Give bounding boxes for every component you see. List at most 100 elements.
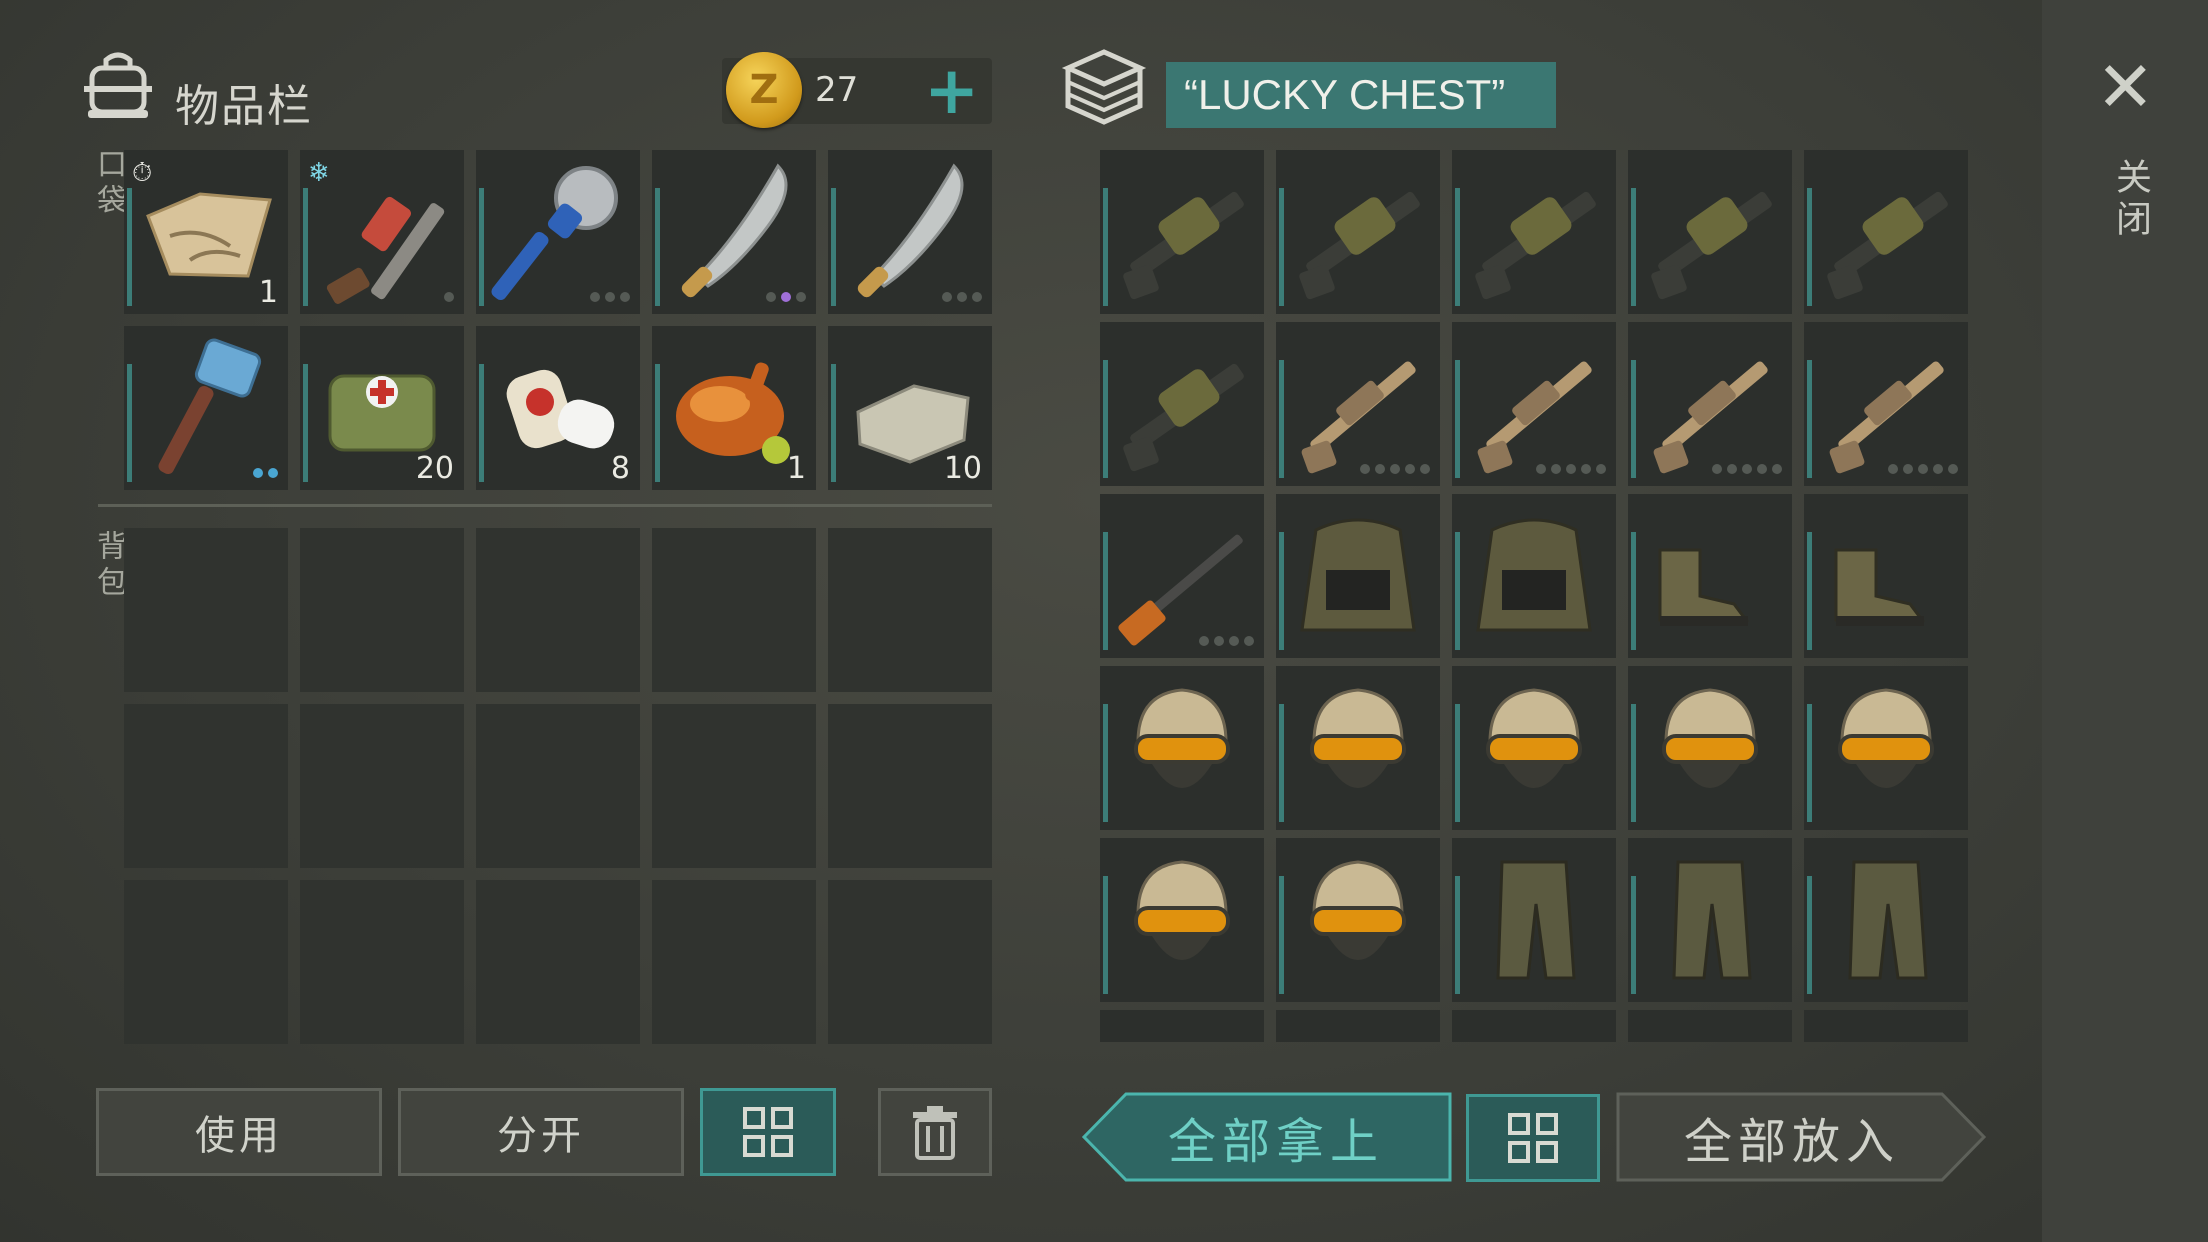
backpack-slot[interactable] xyxy=(124,704,288,868)
chest-slot[interactable] xyxy=(1452,1010,1616,1042)
split-button[interactable]: 分开 xyxy=(398,1088,684,1176)
camo-pants-icon xyxy=(1848,860,1928,980)
backpack-slot[interactable] xyxy=(476,704,640,868)
chest-slot[interactable] xyxy=(1100,494,1264,658)
grid-icon xyxy=(1508,1113,1558,1163)
backpack-slot[interactable] xyxy=(652,880,816,1044)
grenade-launcher-icon xyxy=(1827,191,1948,300)
backpack-slot[interactable] xyxy=(828,704,992,868)
backpack-slot[interactable] xyxy=(300,528,464,692)
chest-slot[interactable] xyxy=(1452,838,1616,1002)
sledgehammer-icon xyxy=(158,338,262,475)
chest-slot[interactable] xyxy=(1452,494,1616,658)
quality-dots xyxy=(1360,464,1430,474)
backpack-slot[interactable] xyxy=(300,704,464,868)
close-icon[interactable]: ✕ xyxy=(2096,52,2155,122)
item-count: 1 xyxy=(258,275,278,310)
backpack-slot[interactable] xyxy=(652,528,816,692)
chest-grid[interactable] xyxy=(1100,150,1970,1042)
quality-dots xyxy=(942,292,982,302)
chest-slot[interactable] xyxy=(1276,838,1440,1002)
backpack-slot[interactable] xyxy=(476,528,640,692)
pocket-slot[interactable] xyxy=(828,150,992,314)
timer-icon: ⏱ xyxy=(132,158,153,188)
chest-slot[interactable] xyxy=(1276,322,1440,486)
backpack-slot[interactable] xyxy=(300,880,464,1044)
pocket-slot[interactable] xyxy=(124,326,288,490)
chest-slot[interactable] xyxy=(1276,150,1440,314)
quality-dots xyxy=(1199,636,1254,646)
sort-inventory-button[interactable] xyxy=(700,1088,836,1176)
backpack-slot[interactable] xyxy=(124,528,288,692)
chest-slot[interactable] xyxy=(1452,150,1616,314)
item-count: 1 xyxy=(786,451,806,486)
pocket-slot[interactable]: 8 xyxy=(476,326,640,490)
tactical-helmet-icon xyxy=(1134,688,1230,788)
pocket-slot[interactable]: ⏱ 1 xyxy=(124,150,288,314)
backpack-slot[interactable] xyxy=(652,704,816,868)
chest-slot[interactable] xyxy=(1628,494,1792,658)
backpack-slot[interactable] xyxy=(124,880,288,1044)
chest-slot[interactable] xyxy=(1100,666,1264,830)
close-label[interactable]: 关闭 xyxy=(2104,158,2156,242)
chest-slot[interactable] xyxy=(1804,1010,1968,1042)
chest-slot[interactable] xyxy=(1804,838,1968,1002)
chest-slot[interactable] xyxy=(1804,494,1968,658)
chest-slot[interactable] xyxy=(1452,322,1616,486)
chest-slot[interactable] xyxy=(1628,838,1792,1002)
take-all-button[interactable]: 全部拿上 xyxy=(1100,1092,1452,1182)
quality-dots xyxy=(253,468,278,478)
coin-count: 27 xyxy=(815,70,859,110)
pocket-slot[interactable]: 10 xyxy=(828,326,992,490)
backpack-slot[interactable] xyxy=(828,880,992,1044)
pocket-slot[interactable]: ❄ xyxy=(300,150,464,314)
chest-slot[interactable] xyxy=(1804,322,1968,486)
chest-slot[interactable] xyxy=(1628,150,1792,314)
chest-slot[interactable] xyxy=(1276,666,1440,830)
put-all-button[interactable]: 全部放入 xyxy=(1616,1092,1968,1182)
chest-slot[interactable] xyxy=(1628,666,1792,830)
tactical-helmet-icon xyxy=(1838,688,1934,788)
chest-title: “LUCKY CHEST” xyxy=(1166,62,1556,128)
assault-rifle-icon xyxy=(1653,361,1768,474)
assault-rifle-icon xyxy=(1301,361,1416,474)
backpack-slot[interactable] xyxy=(828,528,992,692)
 xyxy=(1810,1016,1962,1042)
camo-pants-icon xyxy=(1496,860,1576,980)
use-button[interactable]: 使用 xyxy=(96,1088,382,1176)
chest-slot[interactable] xyxy=(1100,1010,1264,1042)
tactical-vest-icon xyxy=(1476,518,1592,632)
chest-slot[interactable] xyxy=(1100,322,1264,486)
chest-slot[interactable] xyxy=(1452,666,1616,830)
chest-slot[interactable] xyxy=(1100,838,1264,1002)
quality-dots xyxy=(1536,464,1606,474)
machete-icon xyxy=(857,163,964,298)
grid-icon xyxy=(743,1107,793,1157)
pocket-slot[interactable]: 1 xyxy=(652,326,816,490)
quality-dots xyxy=(1712,464,1782,474)
grenade-launcher-icon xyxy=(1123,191,1244,300)
pocket-slot[interactable]: 20 xyxy=(300,326,464,490)
chest-slot[interactable] xyxy=(1804,150,1968,314)
chest-slot[interactable] xyxy=(1276,494,1440,658)
chest-slot[interactable] xyxy=(1628,322,1792,486)
chest-slot[interactable] xyxy=(1100,150,1264,314)
sniper-rifle-icon xyxy=(1118,534,1243,646)
backpack-icon xyxy=(84,52,152,118)
trash-button[interactable] xyxy=(878,1088,992,1176)
pocket-slot[interactable] xyxy=(476,150,640,314)
quality-dots xyxy=(1888,464,1958,474)
sort-chest-button[interactable] xyxy=(1466,1094,1600,1182)
chest-slot[interactable] xyxy=(1628,1010,1792,1042)
chest-slot[interactable] xyxy=(1276,1010,1440,1042)
pocket-slot[interactable] xyxy=(652,150,816,314)
 xyxy=(1106,1016,1258,1042)
item-count: 20 xyxy=(415,451,454,486)
grenade-launcher-icon xyxy=(1299,191,1420,300)
tactical-helmet-icon xyxy=(1310,860,1406,960)
backpack-slot[interactable] xyxy=(476,880,640,1044)
add-coins-button[interactable]: + xyxy=(924,58,979,124)
chest-slot[interactable] xyxy=(1804,666,1968,830)
quality-dots xyxy=(590,292,630,302)
tactical-vest-icon xyxy=(1300,518,1416,632)
